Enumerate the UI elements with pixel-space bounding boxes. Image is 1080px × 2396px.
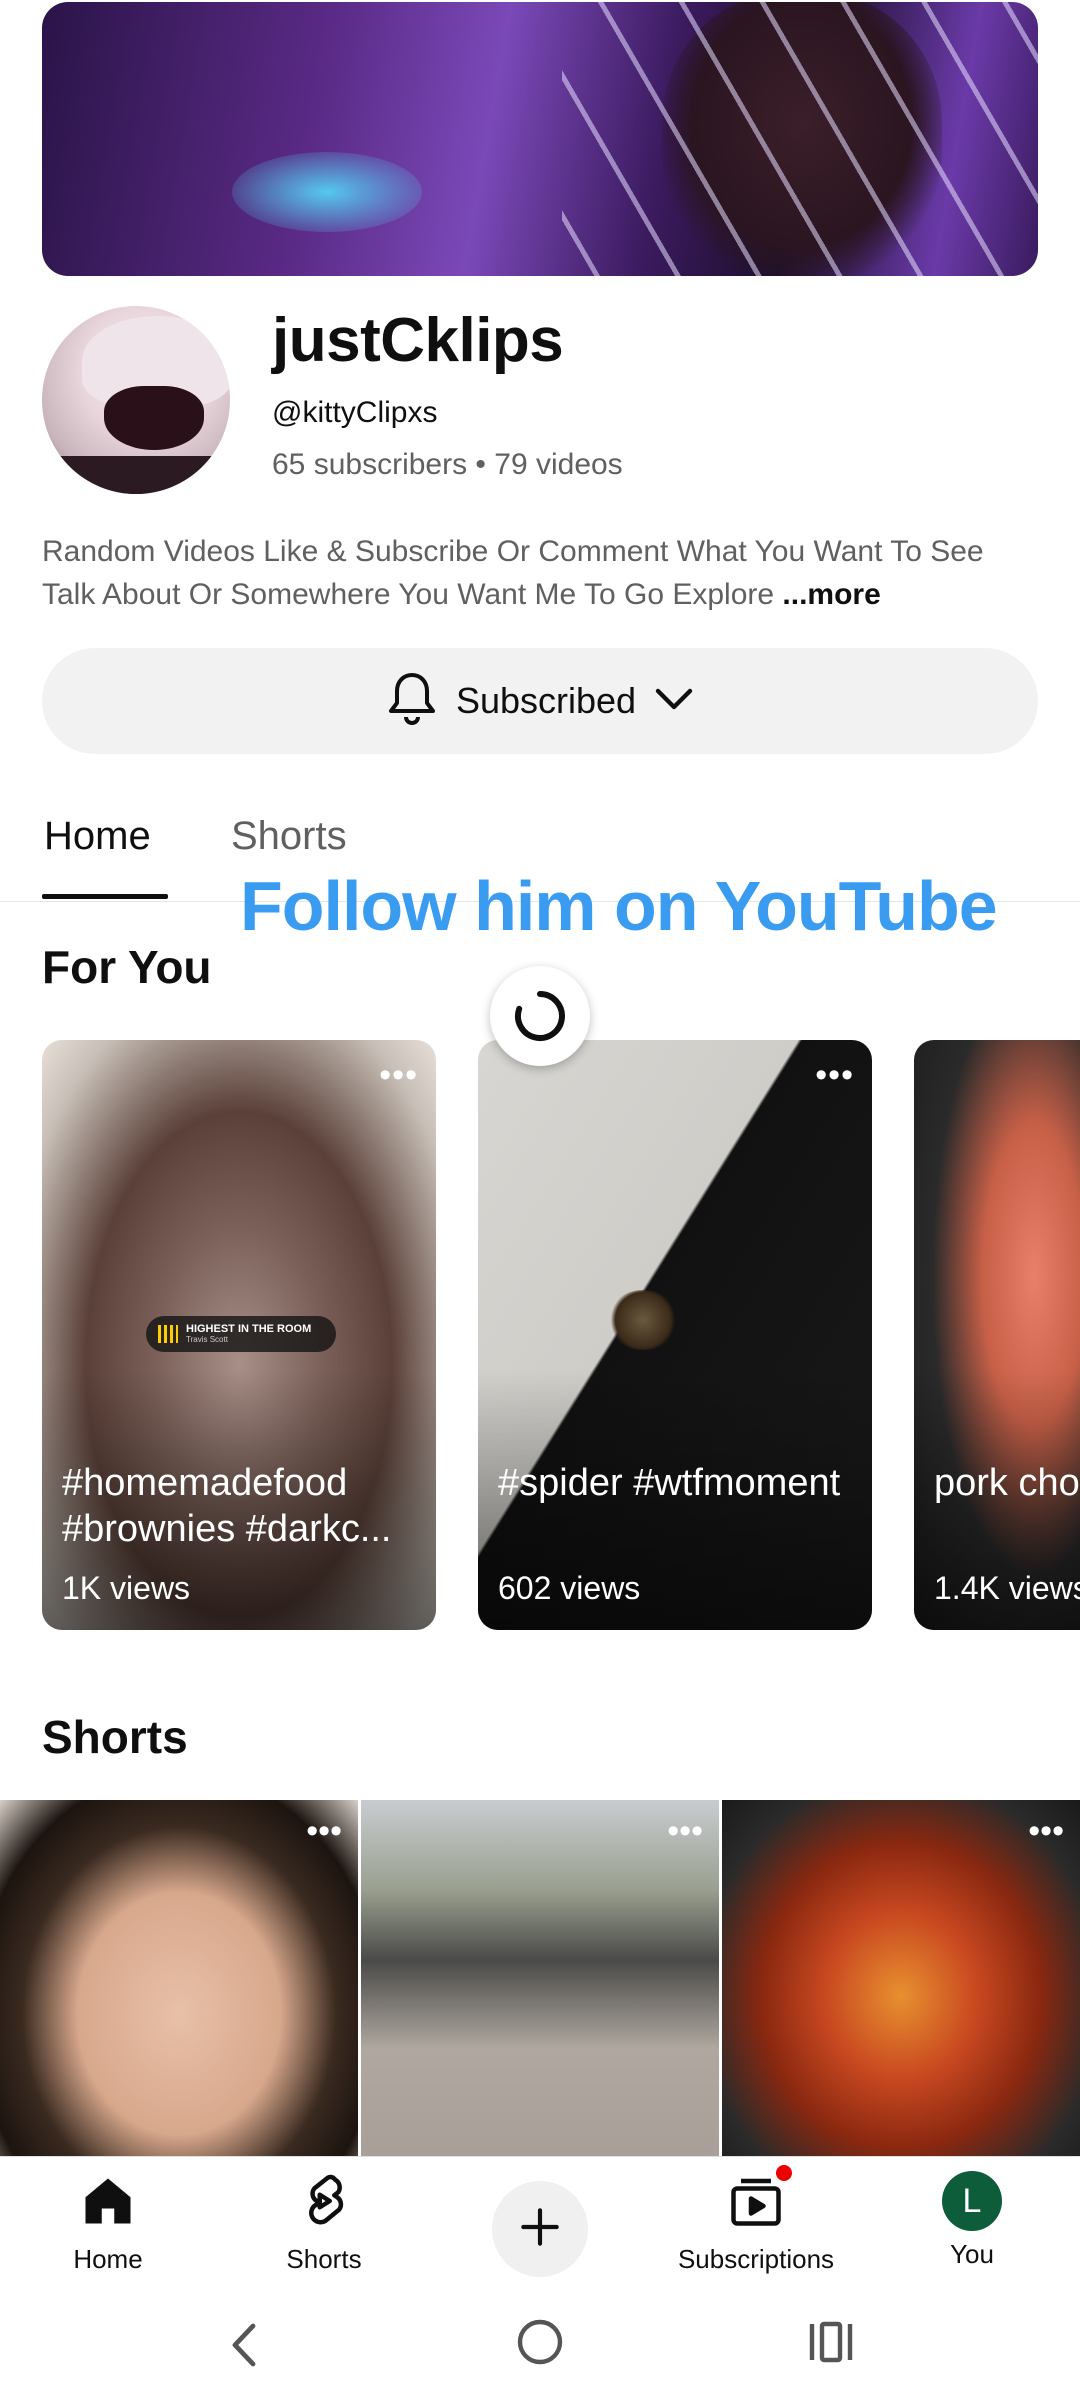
home-icon [78,2171,138,2236]
tab-shorts[interactable]: Shorts [231,814,347,859]
user-avatar: L [942,2171,1002,2231]
loading-spinner-icon [490,966,590,1066]
music-tag: HIGHEST IN THE ROOM Travis Scott [146,1316,336,1352]
bottom-navigation: Home Shorts Subscriptions L You [0,2156,1080,2290]
section-title-for-you: For You [42,941,212,993]
more-options-icon[interactable]: ••• [379,1058,418,1092]
back-icon[interactable] [225,2320,265,2375]
for-you-card[interactable]: ••• HIGHEST IN THE ROOM Travis Scott #ho… [42,1040,436,1630]
for-you-card[interactable]: pork cho #foodfo 1.4K views [914,1040,1080,1630]
subscribed-button[interactable]: Subscribed [42,648,1038,754]
nav-home-label: Home [73,2244,143,2274]
active-tab-indicator [42,894,168,899]
channel-banner [42,2,1038,276]
card-views: 1K views [62,1570,191,1606]
channel-description[interactable]: Random Videos Like & Subscribe Or Commen… [42,530,1042,616]
card-title: #spider #wtfmoment [498,1462,841,1504]
plus-icon [515,2202,565,2257]
section-title-shorts: Shorts [42,1711,188,1763]
more-options-icon[interactable]: ••• [667,1814,703,1848]
more-options-icon[interactable]: ••• [1028,1814,1064,1848]
short-tile[interactable]: ••• [361,1800,719,2156]
nav-subscriptions-label: Subscriptions [677,2244,835,2274]
more-options-icon[interactable]: ••• [815,1058,854,1092]
recent-apps-icon[interactable] [806,2320,856,2369]
subscriptions-icon [726,2163,794,2236]
short-tile[interactable]: ••• [0,1800,358,2156]
card-title: pork cho #foodfo [934,1462,1080,1504]
channel-avatar[interactable] [42,306,230,494]
nav-you[interactable]: L You [872,2171,1072,2270]
more-options-icon[interactable]: ••• [306,1814,342,1848]
nav-home[interactable]: Home [8,2171,208,2275]
music-title: HIGHEST IN THE ROOM [186,1323,312,1335]
shorts-icon [294,2171,354,2236]
card-views: 602 views [498,1570,641,1606]
system-navigation-bar [0,2290,1080,2396]
chevron-down-icon [654,687,694,716]
nav-shorts-label: Shorts [286,2244,362,2274]
nav-you-label: You [950,2239,994,2269]
music-artist: Travis Scott [186,1335,228,1344]
overlay-caption: Follow him on YouTube [240,867,998,945]
home-circle-icon[interactable] [516,2318,564,2371]
card-title: #homemadefood #brownies #darkc... [62,1462,392,1550]
more-link[interactable]: ...more [782,578,880,611]
create-button[interactable] [492,2181,588,2277]
subscribed-label: Subscribed [455,680,637,721]
for-you-card[interactable]: ••• #spider #wtfmoment 602 views [478,1040,872,1630]
notification-dot [774,2163,794,2183]
channel-name: justCklips [272,306,564,375]
nav-subscriptions[interactable]: Subscriptions [656,2163,856,2275]
channel-handle: @kittyClipxs [272,396,438,429]
bell-icon [386,671,438,732]
short-tile[interactable]: ••• [722,1800,1080,2156]
card-views: 1.4K views [934,1570,1080,1606]
music-bars-icon [158,1325,178,1343]
channel-stats: 65 subscribers • 79 videos [272,448,623,481]
nav-shorts[interactable]: Shorts [224,2171,424,2275]
tab-home[interactable]: Home [44,814,151,859]
